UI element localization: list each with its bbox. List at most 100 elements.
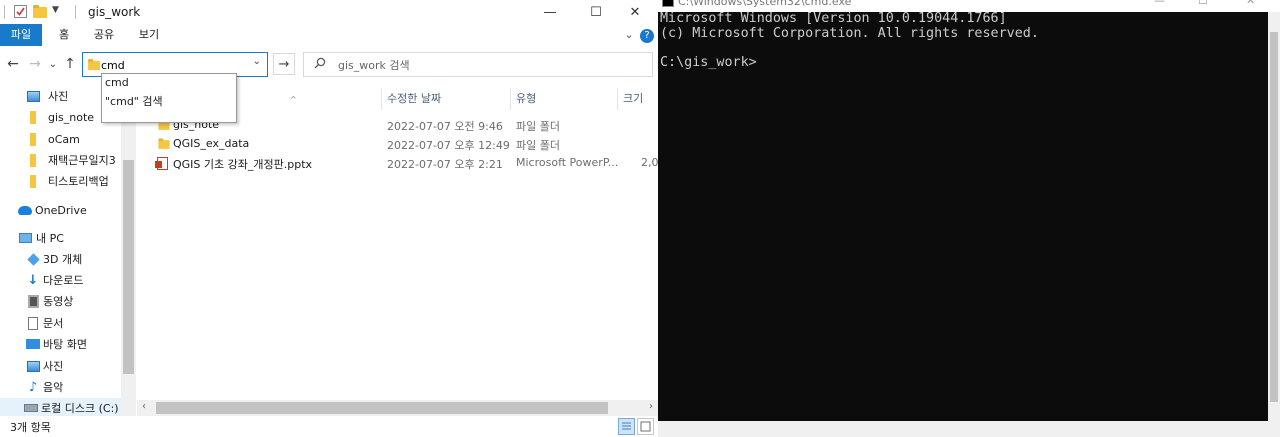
nav-item-remote-work-log[interactable]: 재택근무일지3	[26, 150, 116, 170]
scrollbar-thumb[interactable]	[156, 402, 608, 414]
column-separator[interactable]	[510, 88, 511, 110]
nav-item-ocam[interactable]: oCam	[26, 129, 80, 149]
folder-icon	[30, 174, 36, 188]
window-title: gis_work	[88, 5, 141, 19]
suggestion-item[interactable]: cmd	[105, 76, 129, 89]
titlebar-separator	[75, 5, 76, 19]
new-folder-icon[interactable]	[33, 5, 47, 18]
close-button[interactable]: ✕	[612, 0, 658, 24]
search-input[interactable]	[338, 56, 628, 74]
nav-item-onedrive[interactable]: OneDrive	[18, 200, 87, 220]
file-type: Microsoft PowerP...	[516, 156, 619, 169]
scrollbar-thumb[interactable]	[123, 160, 134, 374]
column-header-size[interactable]: 크기	[623, 88, 643, 110]
nav-item-3d-objects[interactable]: 3D 개체	[26, 249, 82, 269]
nav-item-downloads[interactable]: ↓ 다운로드	[26, 270, 84, 290]
pictures-icon	[26, 90, 40, 102]
tab-view[interactable]: 보기	[132, 24, 166, 46]
nav-item-music[interactable]: ♪ 음악	[26, 377, 63, 397]
ribbon-expand-icon[interactable]: ⌄	[620, 24, 638, 46]
tab-share[interactable]: 공유	[88, 24, 120, 46]
nav-item-pictures[interactable]: 사진	[26, 86, 68, 106]
large-icons-view-button[interactable]	[637, 418, 654, 435]
up-button[interactable]: ↑	[61, 55, 79, 73]
recent-locations-button[interactable]: ⌄	[44, 55, 62, 73]
minimize-button[interactable]: —	[527, 0, 573, 24]
file-date: 2022-07-07 오후 12:49	[387, 139, 510, 152]
cmd-close-button[interactable]: ✕	[1246, 0, 1255, 7]
file-name: QGIS_ex_data	[173, 137, 250, 150]
status-bar: 3개 항목	[0, 416, 658, 437]
file-explorer-window: ▼ gis_work — ☐ ✕ 파일 홈 공유 보기 ⌄ ? ← → ⌄ ↑ …	[0, 0, 658, 437]
cmd-icon	[662, 0, 674, 7]
navigation-bar: ← → ⌄ ↑ ⌄ →	[0, 46, 658, 82]
scroll-left-icon[interactable]: ‹	[142, 401, 146, 412]
drive-icon	[24, 404, 38, 412]
large-icons-view-icon	[640, 421, 651, 432]
pictures-icon	[26, 360, 40, 372]
column-header-date[interactable]: 수정한 날짜	[387, 88, 441, 110]
download-icon: ↓	[27, 272, 39, 288]
file-list-horizontal-scrollbar[interactable]: ‹ ›	[137, 400, 658, 416]
address-input[interactable]	[101, 56, 241, 74]
customize-toolbar-icon[interactable]: ▼	[52, 5, 65, 18]
help-icon[interactable]: ?	[638, 24, 656, 46]
file-name: QGIS 기초 강좌_개정판.pptx	[173, 158, 313, 171]
navigation-pane: 사진 gis_note oCam 재택근무일지3 티스토리백업 OneDrive…	[0, 82, 136, 418]
back-button[interactable]: ←	[4, 55, 22, 73]
cmd-vertical-scrollbar[interactable]	[1268, 12, 1280, 421]
cmd-bottom-edge	[658, 421, 1280, 437]
nav-item-videos[interactable]: 동영상	[26, 291, 73, 311]
address-suggestions: cmd "cmd" 검색	[101, 73, 237, 123]
3d-objects-icon	[26, 252, 40, 266]
titlebar-separator	[4, 5, 5, 19]
scroll-right-icon[interactable]: ›	[649, 401, 653, 412]
item-count: 3개 항목	[10, 421, 51, 434]
file-date: 2022-07-07 오전 9:46	[387, 120, 503, 133]
cmd-maximize-button[interactable]: ☐	[1198, 0, 1208, 7]
nav-item-desktop[interactable]: 바탕 화면	[26, 334, 87, 354]
console-line: (c) Microsoft Corporation. All rights re…	[660, 25, 1039, 41]
address-dropdown-icon[interactable]: ⌄	[253, 56, 261, 67]
file-list: 이름 ^ 수정한 날짜 유형 크기 gis_note 2022-07-07 오전…	[137, 82, 658, 400]
tab-file[interactable]: 파일	[0, 24, 42, 46]
nav-item-pictures-pc[interactable]: 사진	[26, 356, 63, 376]
column-separator[interactable]	[617, 88, 618, 110]
folder-icon	[30, 110, 36, 124]
forward-button[interactable]: →	[26, 55, 44, 73]
video-icon	[27, 294, 39, 308]
cmd-titlebar: C:\Windows\System32\cmd.exe — ☐ ✕	[658, 0, 1280, 12]
folder-icon	[157, 138, 171, 150]
scrollbar-thumb[interactable]	[1270, 32, 1278, 402]
nav-item-documents[interactable]: 문서	[26, 313, 63, 333]
nav-item-tistory-backup[interactable]: 티스토리백업	[26, 171, 109, 191]
suggestion-item[interactable]: "cmd" 검색	[105, 93, 163, 109]
go-button[interactable]: →	[273, 53, 295, 75]
column-separator[interactable]	[381, 88, 382, 110]
nav-item-local-disk-c[interactable]: 로컬 디스크 (C:)	[0, 398, 121, 418]
file-size: 2,0	[641, 156, 658, 169]
cmd-minimize-button[interactable]: —	[1154, 0, 1165, 7]
nav-item-gis-note[interactable]: gis_note	[26, 107, 94, 127]
console-prompt: C:\gis_work>	[660, 54, 757, 70]
search-icon	[314, 57, 326, 72]
music-icon: ♪	[28, 379, 38, 395]
tab-home[interactable]: 홈	[50, 24, 78, 46]
column-header-type[interactable]: 유형	[516, 88, 536, 110]
search-box[interactable]	[303, 52, 653, 77]
onedrive-icon	[18, 205, 32, 215]
explorer-titlebar: ▼ gis_work — ☐ ✕	[0, 0, 658, 24]
file-row[interactable]: QGIS 기초 강좌_개정판.pptx 2022-07-07 오후 2:21 M…	[137, 154, 658, 173]
console-output[interactable]: Microsoft Windows [Version 10.0.19044.17…	[658, 12, 1280, 421]
ribbon-tabs: 파일 홈 공유 보기 ⌄ ?	[0, 24, 658, 46]
properties-icon[interactable]	[14, 5, 27, 18]
console-line: Microsoft Windows [Version 10.0.19044.17…	[660, 12, 1007, 26]
details-view-button[interactable]	[618, 418, 635, 435]
folder-icon	[30, 153, 36, 167]
navigation-pane-scrollbar[interactable]	[121, 82, 136, 416]
pc-icon	[18, 233, 32, 243]
file-row[interactable]: QGIS_ex_data 2022-07-07 오후 12:49 파일 폴더	[137, 135, 658, 154]
nav-item-this-pc[interactable]: 내 PC	[18, 228, 64, 248]
powerpoint-icon	[155, 157, 168, 171]
